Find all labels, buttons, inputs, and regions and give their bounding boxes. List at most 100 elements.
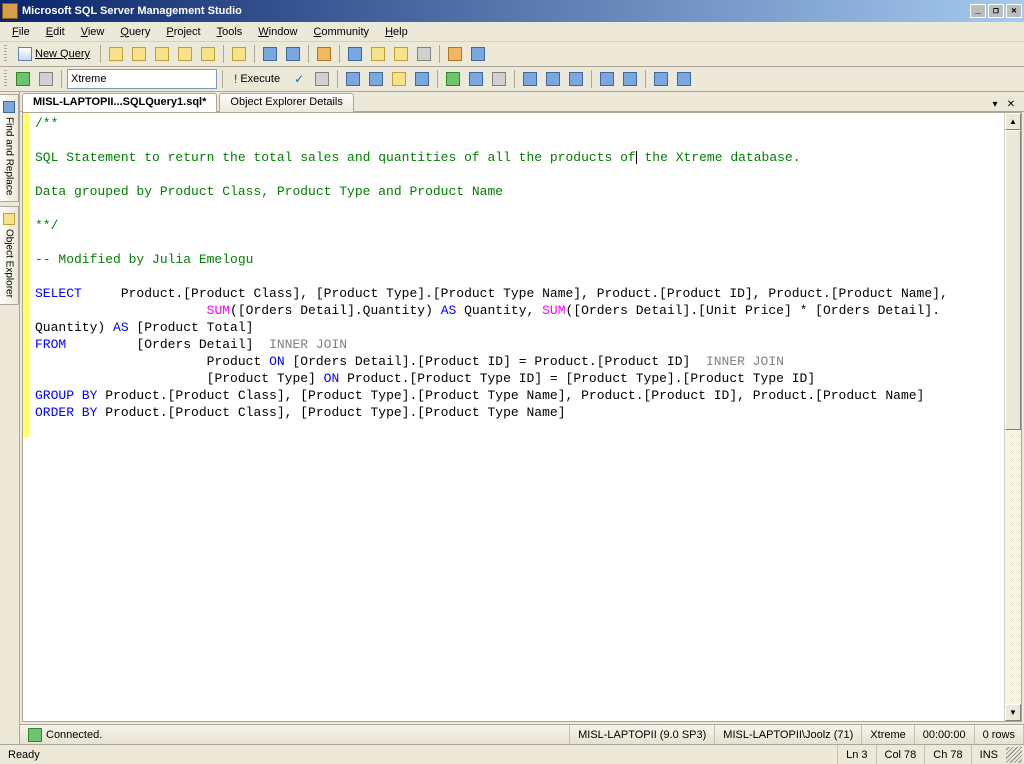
toolbar-grip[interactable] (4, 70, 7, 88)
menu-file[interactable]: File (6, 24, 36, 40)
client-stats-icon (469, 72, 483, 86)
tab-sqlquery1[interactable]: MISL-LAPTOPII...SQLQuery1.sql* (22, 93, 217, 112)
sqlcmd-mode-button[interactable] (489, 69, 509, 89)
conn-db: Xtreme (862, 725, 914, 744)
save-button[interactable] (260, 44, 280, 64)
connect-button[interactable] (13, 69, 33, 89)
toolbox-icon (448, 47, 462, 61)
analyze-icon (369, 72, 383, 86)
connected-icon (28, 728, 42, 742)
editor-content: /** SQL Statement to return the total sa… (35, 115, 1000, 421)
activity-monitor-button[interactable] (314, 44, 334, 64)
menu-query[interactable]: Query (114, 24, 156, 40)
results-to-file-button[interactable] (566, 69, 586, 89)
object-explorer-button[interactable] (368, 44, 388, 64)
execute-label: Execute (240, 73, 280, 85)
activity-monitor-icon (317, 47, 331, 61)
menu-community[interactable]: Community (307, 24, 375, 40)
save-all-icon (286, 47, 300, 61)
menu-edit[interactable]: Edit (40, 24, 71, 40)
resize-gripper[interactable] (1006, 747, 1022, 763)
analyze-query-button[interactable] (366, 69, 386, 89)
status-ready: Ready (0, 745, 837, 764)
new-query-label: New Query (35, 48, 90, 60)
side-unpinned-tabs: Find and Replace Object Explorer (0, 92, 20, 744)
results-to-grid-button[interactable] (543, 69, 563, 89)
display-estimated-plan-button[interactable] (343, 69, 363, 89)
actual-plan-icon (446, 72, 460, 86)
change-bar (23, 113, 29, 437)
registered-servers-button[interactable] (345, 44, 365, 64)
outdent-icon (654, 72, 668, 86)
find-and-replace-tab[interactable]: Find and Replace (0, 94, 19, 202)
scroll-up-button[interactable]: ▲ (1005, 113, 1021, 130)
mdx-query-icon (132, 47, 146, 61)
web-browser-button[interactable] (468, 44, 488, 64)
conn-user: MISL-LAPTOPII\Joolz (71) (715, 725, 862, 744)
document-host: MISL-LAPTOPII...SQLQuery1.sql* Object Ex… (20, 92, 1024, 744)
window-title: Microsoft SQL Server Management Studio (22, 5, 242, 17)
open-button[interactable] (229, 44, 249, 64)
status-ln: Ln 3 (837, 745, 875, 764)
de-query-button[interactable] (106, 44, 126, 64)
scroll-thumb[interactable] (1005, 130, 1021, 430)
ce-query-button[interactable] (198, 44, 218, 64)
restore-button[interactable]: ❐ (988, 4, 1004, 18)
decrease-indent-button[interactable] (651, 69, 671, 89)
toolbar-grip[interactable] (4, 45, 7, 63)
minimize-button[interactable]: _ (970, 4, 986, 18)
properties-window-button[interactable] (414, 44, 434, 64)
increase-indent-button[interactable] (674, 69, 694, 89)
toolbox-button[interactable] (445, 44, 465, 64)
save-all-button[interactable] (283, 44, 303, 64)
comment-button[interactable] (597, 69, 617, 89)
comment-icon (600, 72, 614, 86)
dmx-query-icon (155, 47, 169, 61)
include-client-statistics-button[interactable] (466, 69, 486, 89)
conn-time: 00:00:00 (915, 725, 975, 744)
uncomment-button[interactable] (620, 69, 640, 89)
change-connection-button[interactable] (36, 69, 56, 89)
include-actual-plan-button[interactable] (443, 69, 463, 89)
sql-editor[interactable]: /** SQL Statement to return the total sa… (23, 113, 1004, 721)
properties-icon (417, 47, 431, 61)
as-dmx-button[interactable] (152, 44, 172, 64)
object-explorer-tab[interactable]: Object Explorer (0, 206, 19, 305)
save-icon (263, 47, 277, 61)
status-bar: Ready Ln 3 Col 78 Ch 78 INS (0, 744, 1024, 764)
connect-icon (16, 72, 30, 86)
specify-values-button[interactable] (412, 69, 432, 89)
execute-button[interactable]: ! Execute (228, 69, 286, 89)
close-tab-button[interactable]: ✕ (1004, 97, 1018, 111)
cancel-query-button[interactable] (312, 69, 332, 89)
as-xmla-button[interactable] (175, 44, 195, 64)
database-engine-query-icon (109, 47, 123, 61)
vertical-scrollbar[interactable]: ▲ ▼ (1004, 113, 1021, 721)
app-icon (2, 3, 18, 19)
active-files-dropdown[interactable]: ▾ (988, 97, 1002, 111)
menu-window[interactable]: Window (252, 24, 303, 40)
template-explorer-icon (394, 47, 408, 61)
find-replace-label: Find and Replace (4, 117, 15, 195)
menu-tools[interactable]: Tools (211, 24, 249, 40)
menu-view[interactable]: View (75, 24, 111, 40)
template-explorer-button[interactable] (391, 44, 411, 64)
close-button[interactable]: ✕ (1006, 4, 1022, 18)
results-to-text-button[interactable] (520, 69, 540, 89)
workspace: Find and Replace Object Explorer MISL-LA… (0, 92, 1024, 744)
new-query-button[interactable]: New Query (13, 44, 95, 64)
as-mdx-button[interactable] (129, 44, 149, 64)
menu-help[interactable]: Help (379, 24, 414, 40)
connection-status-bar: Connected. MISL-LAPTOPII (9.0 SP3) MISL-… (20, 724, 1024, 744)
design-query-button[interactable] (389, 69, 409, 89)
menu-project[interactable]: Project (160, 24, 206, 40)
status-ch: Ch 78 (924, 745, 970, 764)
scroll-down-button[interactable]: ▼ (1005, 704, 1021, 721)
available-databases-combo[interactable] (67, 69, 217, 89)
xmla-query-icon (178, 47, 192, 61)
editor-container: /** SQL Statement to return the total sa… (22, 112, 1022, 722)
parse-button[interactable]: ✓ (289, 69, 309, 89)
object-explorer-icon (371, 47, 385, 61)
scroll-track[interactable] (1005, 130, 1021, 704)
tab-object-explorer-details[interactable]: Object Explorer Details (219, 93, 354, 112)
